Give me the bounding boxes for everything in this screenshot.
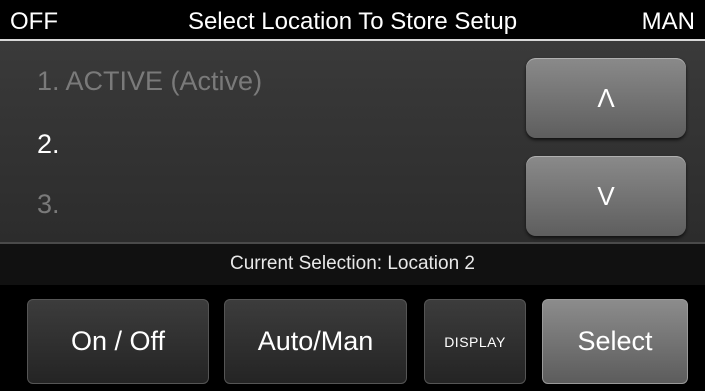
location-list-panel: 1. ACTIVE (Active) 2. 3. Λ V (0, 41, 705, 242)
current-selection-status: Current Selection: Location 2 (0, 242, 705, 285)
auto-man-button[interactable]: Auto/Man (224, 299, 407, 384)
chevron-up-icon: Λ (597, 82, 615, 113)
screen: OFF Select Location To Store Setup MAN 1… (0, 0, 705, 391)
output-state-indicator: OFF (10, 8, 58, 35)
location-item-3[interactable]: 3. (37, 189, 60, 220)
location-item-2[interactable]: 2. (37, 129, 60, 160)
page-title: Select Location To Store Setup (187, 8, 518, 35)
header-bar: OFF Select Location To Store Setup MAN (0, 0, 705, 41)
display-button[interactable]: DISPLAY (424, 299, 526, 384)
location-item-1[interactable]: 1. ACTIVE (Active) (37, 66, 262, 97)
scroll-down-button[interactable]: V (526, 156, 686, 236)
scroll-up-button[interactable]: Λ (526, 58, 686, 138)
chevron-down-icon: V (597, 180, 615, 211)
softkey-bar: On / Off Auto/Man DISPLAY Select (0, 285, 705, 391)
select-button[interactable]: Select (542, 299, 688, 384)
control-mode-indicator: MAN (641, 8, 695, 35)
on-off-button[interactable]: On / Off (27, 299, 209, 384)
